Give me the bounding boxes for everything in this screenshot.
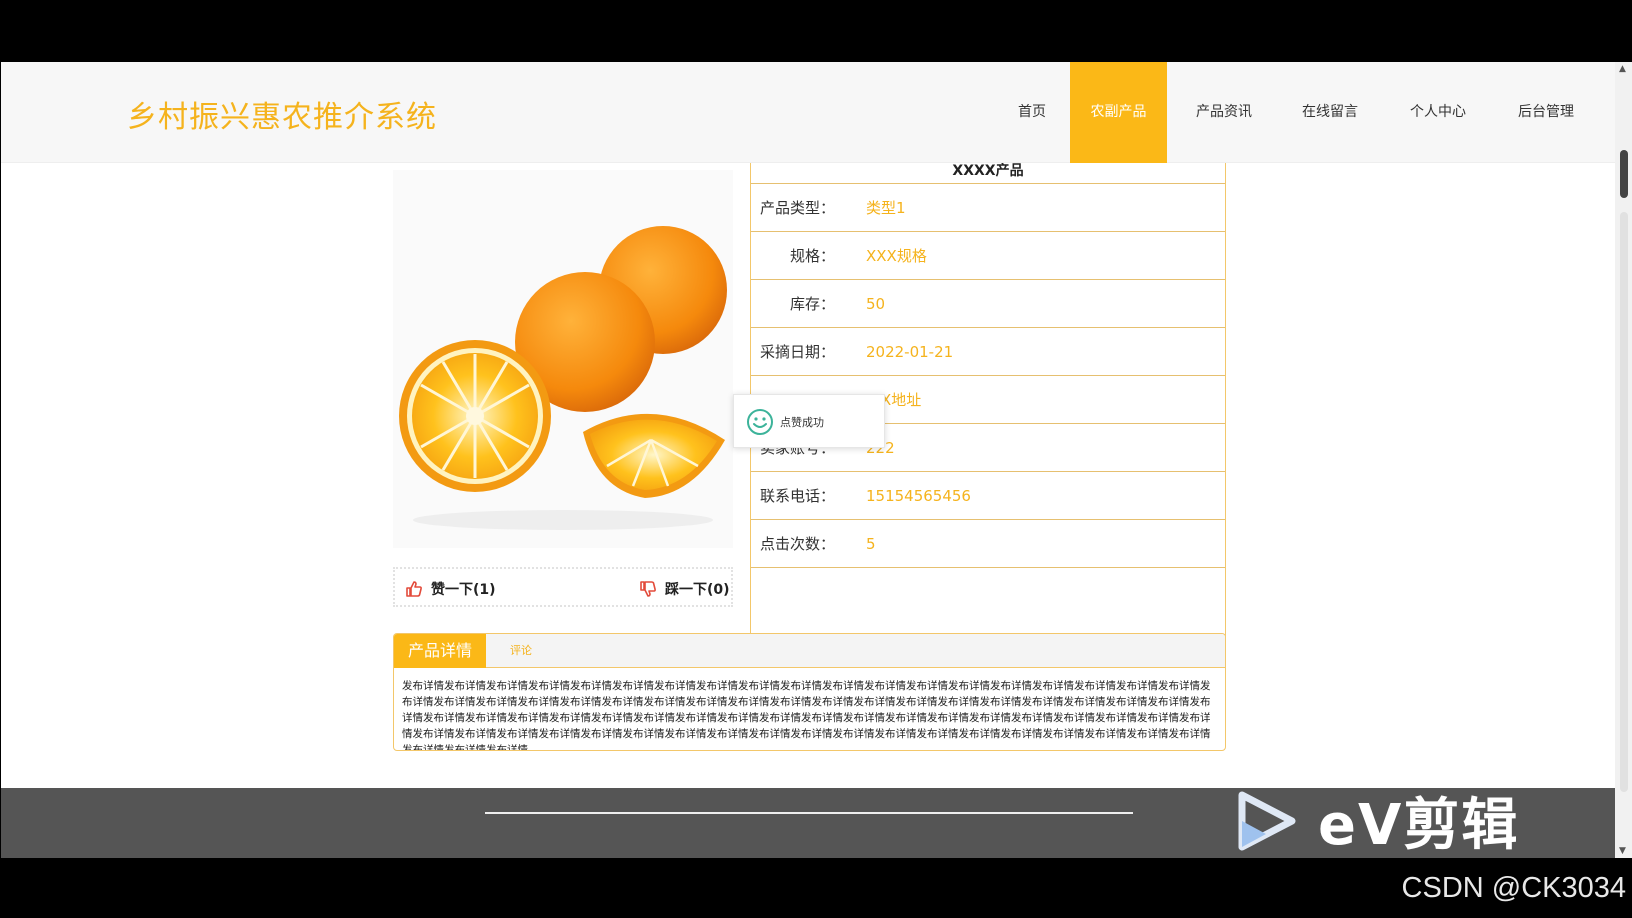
nav-product-news[interactable]: 产品资讯	[1181, 62, 1267, 163]
info-label: 采摘日期：	[759, 343, 835, 361]
tab-comments[interactable]: 评论	[510, 634, 532, 668]
info-row-clicks: 点击次数： 5	[751, 520, 1225, 568]
info-label: 产品类型：	[759, 199, 835, 217]
tab-bar: 产品详情 评论	[394, 634, 1225, 668]
video-frame: 乡村振兴惠农推介系统 首页 农副产品 产品资讯 在线留言 个人中心 后台管理 ▲…	[0, 0, 1632, 918]
thumbs-up-icon	[406, 581, 422, 597]
orange-image-icon	[399, 226, 727, 530]
info-value: X地址	[881, 391, 922, 409]
nav-agri-products[interactable]: 农副产品	[1070, 62, 1167, 163]
info-row-spec: 规格： XXX规格	[751, 232, 1225, 280]
like-button[interactable]: 赞一下(1)	[405, 579, 496, 599]
dislike-button[interactable]: 踩一下(0)	[639, 579, 730, 599]
info-row-stock: 库存： 50	[751, 280, 1225, 328]
browser-viewport: 乡村振兴惠农推介系统 首页 农副产品 产品资讯 在线留言 个人中心 后台管理 ▲…	[1, 62, 1632, 858]
info-value: 50	[866, 295, 886, 313]
detail-tabs-panel: 产品详情 评论 发布详情发布详情发布详情发布详情发布详情发布详情发布详情发布详情…	[393, 633, 1226, 751]
info-value: XXX规格	[866, 247, 927, 265]
ev-watermark-text: eV剪辑	[1318, 793, 1520, 858]
info-row-phone: 联系电话： 15154565456	[751, 472, 1225, 520]
info-value: 类型1	[866, 199, 906, 217]
info-row-type: 产品类型： 类型1	[751, 184, 1225, 232]
smile-icon	[747, 409, 773, 435]
nav-online-message[interactable]: 在线留言	[1287, 62, 1373, 163]
product-name: XXXX产品	[751, 162, 1225, 184]
product-detail-text: 发布详情发布详情发布详情发布详情发布详情发布详情发布详情发布详情发布详情发布详情…	[402, 680, 1211, 751]
ev-watermark: eV剪辑	[1236, 780, 1519, 861]
product-image	[393, 170, 733, 548]
toast-message: 点赞成功	[780, 416, 824, 429]
info-value: 5	[866, 535, 876, 553]
info-row-pick-date: 采摘日期： 2022-01-21	[751, 328, 1225, 376]
scrollbar-thumb[interactable]	[1620, 150, 1628, 198]
thumbs-down-icon	[640, 581, 656, 597]
play-logo-icon	[1238, 791, 1296, 850]
footer-divider	[485, 812, 1133, 814]
scroll-down-arrow-icon[interactable]: ▼	[1619, 846, 1626, 856]
scrollbar-track[interactable]	[1620, 212, 1628, 792]
like-count: 赞一下(1)	[431, 582, 496, 598]
info-value: 2022-01-21	[866, 343, 954, 361]
info-label: 联系电话：	[759, 487, 835, 505]
scroll-up-arrow-icon[interactable]: ▲	[1619, 64, 1626, 74]
info-value: 15154565456	[866, 487, 971, 505]
page-scrollbar[interactable]: ▲ ▼	[1615, 62, 1632, 858]
success-toast: 点赞成功	[733, 394, 885, 448]
tab-product-detail[interactable]: 产品详情	[394, 634, 486, 668]
info-label: 点击次数：	[759, 535, 835, 553]
vote-bar: 赞一下(1) 踩一下(0)	[393, 567, 733, 607]
dislike-count: 踩一下(0)	[665, 582, 730, 598]
site-header: 乡村振兴惠农推介系统 首页 农副产品 产品资讯 在线留言 个人中心 后台管理	[1, 62, 1615, 163]
csdn-watermark: CSDN @CK3034	[1401, 872, 1626, 904]
info-label: 库存：	[789, 295, 835, 313]
info-label: 规格：	[789, 247, 835, 265]
nav-home[interactable]: 首页	[999, 62, 1065, 163]
site-title: 乡村振兴惠农推介系统	[127, 100, 437, 135]
nav-personal-center[interactable]: 个人中心	[1395, 62, 1481, 163]
nav-admin[interactable]: 后台管理	[1503, 62, 1589, 163]
